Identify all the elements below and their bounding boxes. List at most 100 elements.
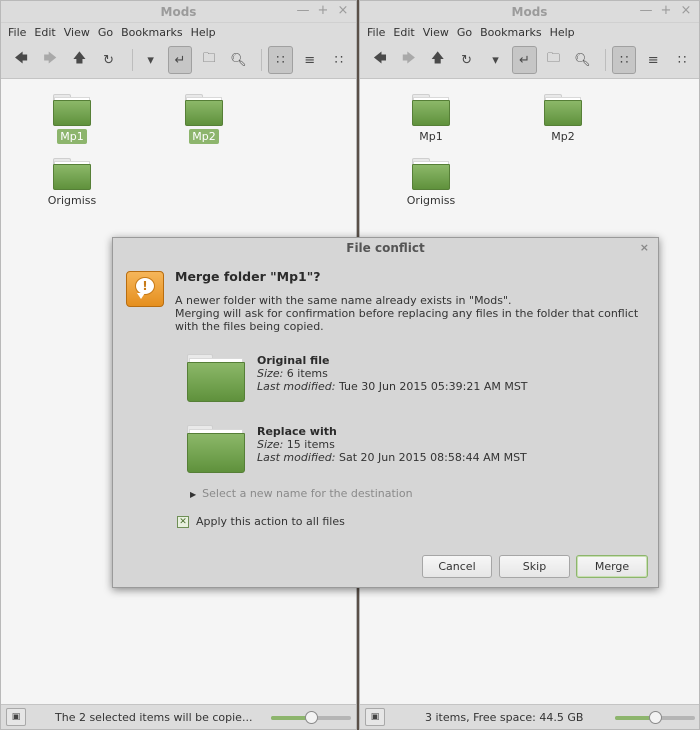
status-text: 3 items, Free space: 44.5 GB	[425, 710, 584, 724]
minimize-icon[interactable]: —	[296, 3, 310, 19]
back-icon[interactable]: 🡄	[9, 46, 33, 74]
folder-icon	[412, 94, 450, 126]
folder-icon	[53, 158, 91, 190]
description-line: A newer folder with the same name alread…	[175, 294, 512, 307]
toolbar-separator	[605, 49, 607, 71]
folder-item[interactable]: Mp2	[169, 94, 239, 144]
rename-expander[interactable]: ▶ Select a new name for the destination	[190, 487, 413, 500]
file-conflict-dialog: File conflict × ! Merge folder "Mp1"? A …	[112, 237, 659, 588]
zoom-slider[interactable]	[271, 711, 351, 724]
menu-view[interactable]: View	[419, 26, 453, 39]
chevron-down-icon[interactable]: ▾	[139, 46, 163, 74]
folder-label: Origmiss	[47, 194, 97, 207]
folder-icon	[53, 94, 91, 126]
folder-icon	[185, 94, 223, 126]
folder-item[interactable]: Mp1	[37, 94, 107, 144]
list-view-icon[interactable]: ≡	[298, 46, 322, 74]
menu-bookmarks[interactable]: Bookmarks	[476, 26, 545, 39]
folder-item[interactable]: Origmiss	[396, 158, 466, 208]
right-titlebar[interactable]: Mods — + ×	[360, 1, 699, 23]
apply-all-row[interactable]: ✕ Apply this action to all files	[177, 515, 345, 528]
forward-icon[interactable]: 🡆	[38, 46, 62, 74]
left-toolbar: 🡄 🡆 🡅 ↻ ▾ ↵ 🗀 🔍︎ ∷ ≡ ∷	[1, 42, 356, 79]
size-label: Size:	[257, 367, 284, 380]
up-icon[interactable]: 🡅	[426, 46, 450, 74]
menu-file[interactable]: File	[363, 26, 389, 39]
original-folder-icon	[187, 354, 245, 402]
description-line: Merging will ask for confirmation before…	[175, 307, 639, 333]
menu-go[interactable]: Go	[94, 26, 117, 39]
cancel-button[interactable]: Cancel	[422, 555, 492, 578]
toolbar-separator	[261, 49, 263, 71]
dialog-title: File conflict	[346, 241, 425, 255]
menu-file[interactable]: File	[4, 26, 30, 39]
skip-button[interactable]: Skip	[499, 555, 570, 578]
menu-edit[interactable]: Edit	[389, 26, 418, 39]
sidebar-toggle-icon[interactable]: ▣	[365, 708, 385, 726]
reload-icon[interactable]: ↻	[97, 46, 121, 74]
original-file-info: Original file Size: 6 items Last modifie…	[257, 354, 528, 393]
status-text: The 2 selected items will be copie...	[55, 710, 253, 724]
modified-label: Last modified:	[257, 451, 336, 464]
replace-with-label: Replace with	[257, 425, 337, 438]
folder-item[interactable]: Mp2	[528, 94, 598, 144]
warning-icon: !	[126, 271, 164, 307]
dialog-titlebar[interactable]: File conflict ×	[113, 238, 658, 258]
left-titlebar[interactable]: Mods — + ×	[1, 1, 356, 23]
search-icon[interactable]: 🔍︎	[570, 46, 594, 74]
chevron-down-icon[interactable]: ▾	[484, 46, 508, 74]
close-icon[interactable]: ×	[640, 241, 649, 254]
replacement-folder-icon	[187, 425, 245, 473]
folder-compare-icon[interactable]: 🗀	[197, 46, 221, 74]
folder-item[interactable]: Mp1	[396, 94, 466, 144]
maximize-icon[interactable]: +	[316, 3, 330, 19]
folder-compare-icon[interactable]: 🗀	[542, 46, 566, 74]
toggle-location-icon[interactable]: ↵	[512, 46, 537, 74]
right-menubar: File Edit View Go Bookmarks Help	[360, 23, 699, 42]
modified-label: Last modified:	[257, 380, 336, 393]
modified-value: Sat 20 Jun 2015 08:58:44 AM MST	[338, 451, 527, 464]
modified-value: Tue 30 Jun 2015 05:39:21 AM MST	[338, 380, 528, 393]
list-view-icon[interactable]: ≡	[641, 46, 665, 74]
search-icon[interactable]: 🔍︎	[226, 46, 250, 74]
dialog-description: A newer folder with the same name alread…	[175, 294, 645, 333]
right-statusbar: ▣ 3 items, Free space: 44.5 GB	[360, 704, 699, 729]
apply-all-label: Apply this action to all files	[196, 515, 345, 528]
toolbar-separator	[131, 49, 133, 71]
menu-bookmarks[interactable]: Bookmarks	[117, 26, 186, 39]
zoom-slider-knob[interactable]	[649, 711, 662, 724]
forward-icon[interactable]: 🡆	[397, 46, 421, 74]
zoom-slider-knob[interactable]	[305, 711, 318, 724]
original-file-label: Original file	[257, 354, 330, 367]
menu-edit[interactable]: Edit	[30, 26, 59, 39]
back-icon[interactable]: 🡄	[368, 46, 392, 74]
size-value: 6 items	[286, 367, 328, 380]
close-icon[interactable]: ×	[336, 3, 350, 19]
replacement-file-info: Replace with Size: 15 items Last modifie…	[257, 425, 527, 464]
folder-label: Origmiss	[406, 194, 456, 207]
minimize-icon[interactable]: —	[639, 3, 653, 19]
merge-button[interactable]: Merge	[576, 555, 648, 578]
size-label: Size:	[257, 438, 284, 451]
up-icon[interactable]: 🡅	[67, 46, 91, 74]
sidebar-toggle-icon[interactable]: ▣	[6, 708, 26, 726]
menu-help[interactable]: Help	[187, 26, 220, 39]
folder-label: Mp1	[419, 130, 443, 143]
menu-view[interactable]: View	[60, 26, 94, 39]
zoom-slider[interactable]	[615, 711, 695, 724]
size-value: 15 items	[286, 438, 335, 451]
menu-go[interactable]: Go	[453, 26, 476, 39]
left-statusbar: ▣ The 2 selected items will be copie...	[1, 704, 356, 729]
folder-icon	[412, 158, 450, 190]
close-icon[interactable]: ×	[679, 3, 693, 19]
reload-icon[interactable]: ↻	[455, 46, 479, 74]
toggle-location-icon[interactable]: ↵	[167, 46, 193, 74]
icon-view-icon[interactable]: ∷	[612, 46, 637, 74]
compact-view-icon[interactable]: ∷	[670, 46, 694, 74]
menu-help[interactable]: Help	[546, 26, 579, 39]
folder-item[interactable]: Origmiss	[37, 158, 107, 208]
compact-view-icon[interactable]: ∷	[327, 46, 351, 74]
apply-all-checkbox[interactable]: ✕	[177, 515, 189, 528]
maximize-icon[interactable]: +	[659, 3, 673, 19]
icon-view-icon[interactable]: ∷	[268, 46, 293, 74]
